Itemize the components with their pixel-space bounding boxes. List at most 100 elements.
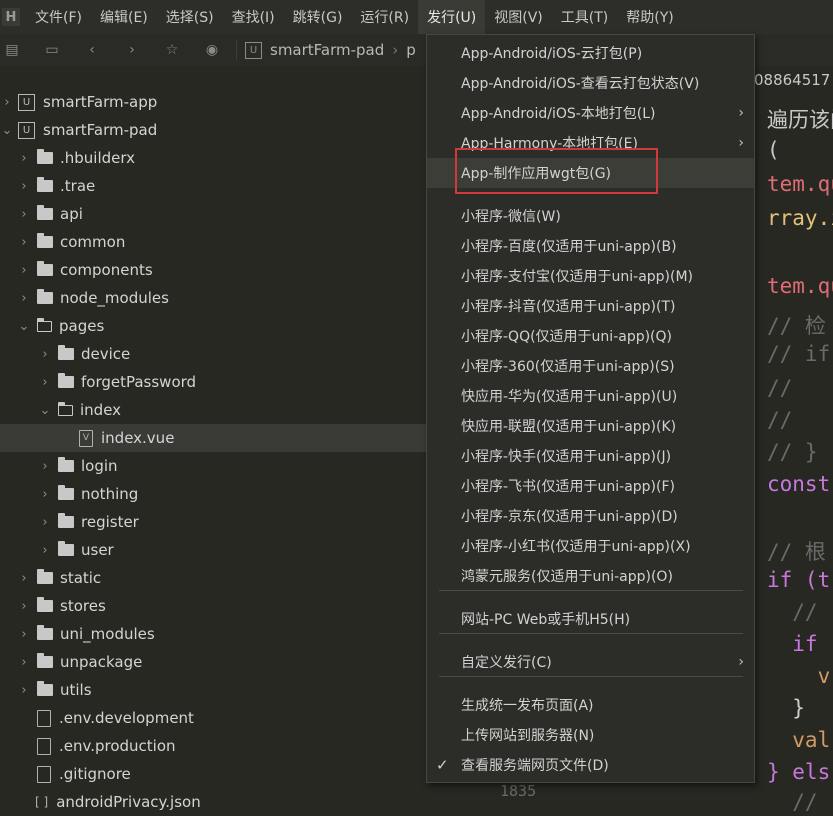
code-line[interactable]: rray.i: [767, 206, 833, 230]
chevron-right-icon[interactable]: ›: [38, 515, 52, 530]
tree-project-item[interactable]: ⌄ UsmartFarm-pad: [0, 116, 427, 144]
tree-folder-item[interactable]: › forgetPassword: [0, 368, 427, 396]
menu-item[interactable]: 快应用-联盟(仅适用于uni-app)(K): [427, 411, 754, 441]
chevron-right-icon[interactable]: ›: [17, 263, 31, 278]
code-line[interactable]: //: [767, 790, 817, 813]
menu-item[interactable]: 小程序-360(仅适用于uni-app)(S): [427, 351, 754, 381]
tree-folder-item[interactable]: › device: [0, 340, 427, 368]
chevron-down-icon[interactable]: ⌄: [17, 319, 31, 334]
menu-publish[interactable]: 发行(U): [418, 0, 486, 34]
tree-project-item[interactable]: › UsmartFarm-app: [0, 88, 427, 116]
code-line[interactable]: // 检: [767, 310, 826, 340]
menu-goto[interactable]: 跳转(G): [284, 0, 352, 34]
menu-help[interactable]: 帮助(Y): [617, 0, 682, 34]
chevron-right-icon[interactable]: ›: [38, 347, 52, 362]
menu-item[interactable]: 上传网站到服务器(N): [427, 720, 754, 750]
code-line[interactable]: // if: [767, 342, 830, 366]
menu-item[interactable]: 小程序-抖音(仅适用于uni-app)(T): [427, 291, 754, 321]
tree-file-item[interactable]: Vindex.vue: [0, 424, 427, 452]
code-line[interactable]: } els: [767, 760, 830, 784]
menu-item[interactable]: 小程序-支付宝(仅适用于uni-app)(M): [427, 261, 754, 291]
menu-run[interactable]: 运行(R): [351, 0, 418, 34]
menu-item[interactable]: App-Android/iOS-云打包(P): [427, 38, 754, 68]
code-line[interactable]: // }: [767, 440, 818, 464]
run-icon[interactable]: ◉: [204, 42, 220, 58]
tree-folder-item[interactable]: › login: [0, 452, 427, 480]
chevron-right-icon[interactable]: ›: [38, 543, 52, 558]
menu-item[interactable]: 小程序-百度(仅适用于uni-app)(B): [427, 231, 754, 261]
menu-item[interactable]: 自定义发行(C) ›: [427, 647, 754, 677]
chevron-right-icon[interactable]: ›: [17, 599, 31, 614]
new-file-icon[interactable]: ▤: [4, 42, 20, 58]
menu-item[interactable]: 小程序-飞书(仅适用于uni-app)(F): [427, 471, 754, 501]
chevron-right-icon[interactable]: ›: [17, 235, 31, 250]
chevron-right-icon[interactable]: ›: [17, 683, 31, 698]
menu-item[interactable]: 鸿蒙元服务(仅适用于uni-app)(O): [427, 561, 754, 591]
menu-item[interactable]: 网站-PC Web或手机H5(H): [427, 604, 754, 634]
menu-view[interactable]: 视图(V): [485, 0, 552, 34]
breadcrumb-project[interactable]: smartFarm-pad: [270, 41, 384, 59]
forward-icon[interactable]: ›: [124, 42, 140, 58]
tree-folder-item[interactable]: › utils: [0, 676, 427, 704]
back-icon[interactable]: ‹: [84, 42, 100, 58]
menu-item[interactable]: 小程序-微信(W): [427, 201, 754, 231]
tree-folder-item[interactable]: › common: [0, 228, 427, 256]
chevron-right-icon[interactable]: ›: [38, 375, 52, 390]
menu-item[interactable]: 小程序-京东(仅适用于uni-app)(D): [427, 501, 754, 531]
code-line[interactable]: tem.qu: [767, 274, 833, 298]
chevron-right-icon[interactable]: ›: [17, 179, 31, 194]
code-line[interactable]: val: [767, 728, 830, 752]
tree-folder-item[interactable]: › api: [0, 200, 427, 228]
code-line[interactable]: const: [767, 472, 830, 496]
code-line[interactable]: if: [767, 632, 817, 656]
tree-file-item[interactable]: [ ] androidPrivacy.json: [0, 788, 427, 816]
chevron-right-icon[interactable]: ›: [17, 655, 31, 670]
menu-item[interactable]: 生成统一发布页面(A): [427, 690, 754, 720]
tree-file-item[interactable]: .env.production: [0, 732, 427, 760]
save-icon[interactable]: ▭: [44, 42, 60, 58]
menu-item[interactable]: 快应用-华为(仅适用于uni-app)(U): [427, 381, 754, 411]
tree-folder-item[interactable]: › components: [0, 256, 427, 284]
tree-folder-item[interactable]: › static: [0, 564, 427, 592]
code-line[interactable]: //: [767, 408, 792, 432]
menu-item[interactable]: App-Android/iOS-查看云打包状态(V): [427, 68, 754, 98]
tree-folder-item[interactable]: › unpackage: [0, 648, 427, 676]
tree-folder-item[interactable]: › uni_modules: [0, 620, 427, 648]
menu-item[interactable]: 小程序-小红书(仅适用于uni-app)(X): [427, 531, 754, 561]
menu-select[interactable]: 选择(S): [157, 0, 223, 34]
menu-tools[interactable]: 工具(T): [552, 0, 617, 34]
star-icon[interactable]: ☆: [164, 42, 180, 58]
menu-file[interactable]: 文件(F): [26, 0, 91, 34]
chevron-right-icon[interactable]: ›: [38, 487, 52, 502]
code-line[interactable]: 遍历该阁: [767, 104, 833, 134]
chevron-right-icon[interactable]: ›: [17, 151, 31, 166]
tree-folder-item[interactable]: ⌄ index: [0, 396, 427, 424]
menu-find[interactable]: 查找(I): [223, 0, 284, 34]
tree-folder-item[interactable]: › .trae: [0, 172, 427, 200]
menu-item[interactable]: 小程序-快手(仅适用于uni-app)(J): [427, 441, 754, 471]
chevron-down-icon[interactable]: ⌄: [0, 123, 14, 138]
chevron-down-icon[interactable]: ⌄: [38, 403, 52, 418]
code-line[interactable]: // 根: [767, 536, 826, 566]
code-line[interactable]: if (t: [767, 568, 830, 592]
breadcrumb-next[interactable]: p: [406, 41, 416, 59]
chevron-right-icon[interactable]: ›: [0, 95, 14, 110]
tree-folder-item[interactable]: › register: [0, 508, 427, 536]
editor-tab-text[interactable]: 08864517: [754, 71, 830, 89]
chevron-right-icon[interactable]: ›: [17, 627, 31, 642]
code-line[interactable]: //: [767, 376, 792, 400]
code-line[interactable]: tem.qu: [767, 172, 833, 196]
menu-item[interactable]: 查看服务端网页文件(D) ✓: [427, 750, 754, 780]
tree-folder-item[interactable]: ⌄ pages: [0, 312, 427, 340]
tree-folder-item[interactable]: › node_modules: [0, 284, 427, 312]
code-line[interactable]: }: [767, 696, 805, 720]
tree-folder-item[interactable]: › .hbuilderx: [0, 144, 427, 172]
tree-folder-item[interactable]: › stores: [0, 592, 427, 620]
chevron-right-icon[interactable]: ›: [17, 291, 31, 306]
code-line[interactable]: v: [767, 664, 831, 688]
menu-item[interactable]: App-Android/iOS-本地打包(L) ›: [427, 98, 754, 128]
code-line[interactable]: //: [767, 600, 817, 624]
code-line[interactable]: (: [767, 138, 780, 162]
menu-edit[interactable]: 编辑(E): [91, 0, 157, 34]
tree-folder-item[interactable]: › nothing: [0, 480, 427, 508]
